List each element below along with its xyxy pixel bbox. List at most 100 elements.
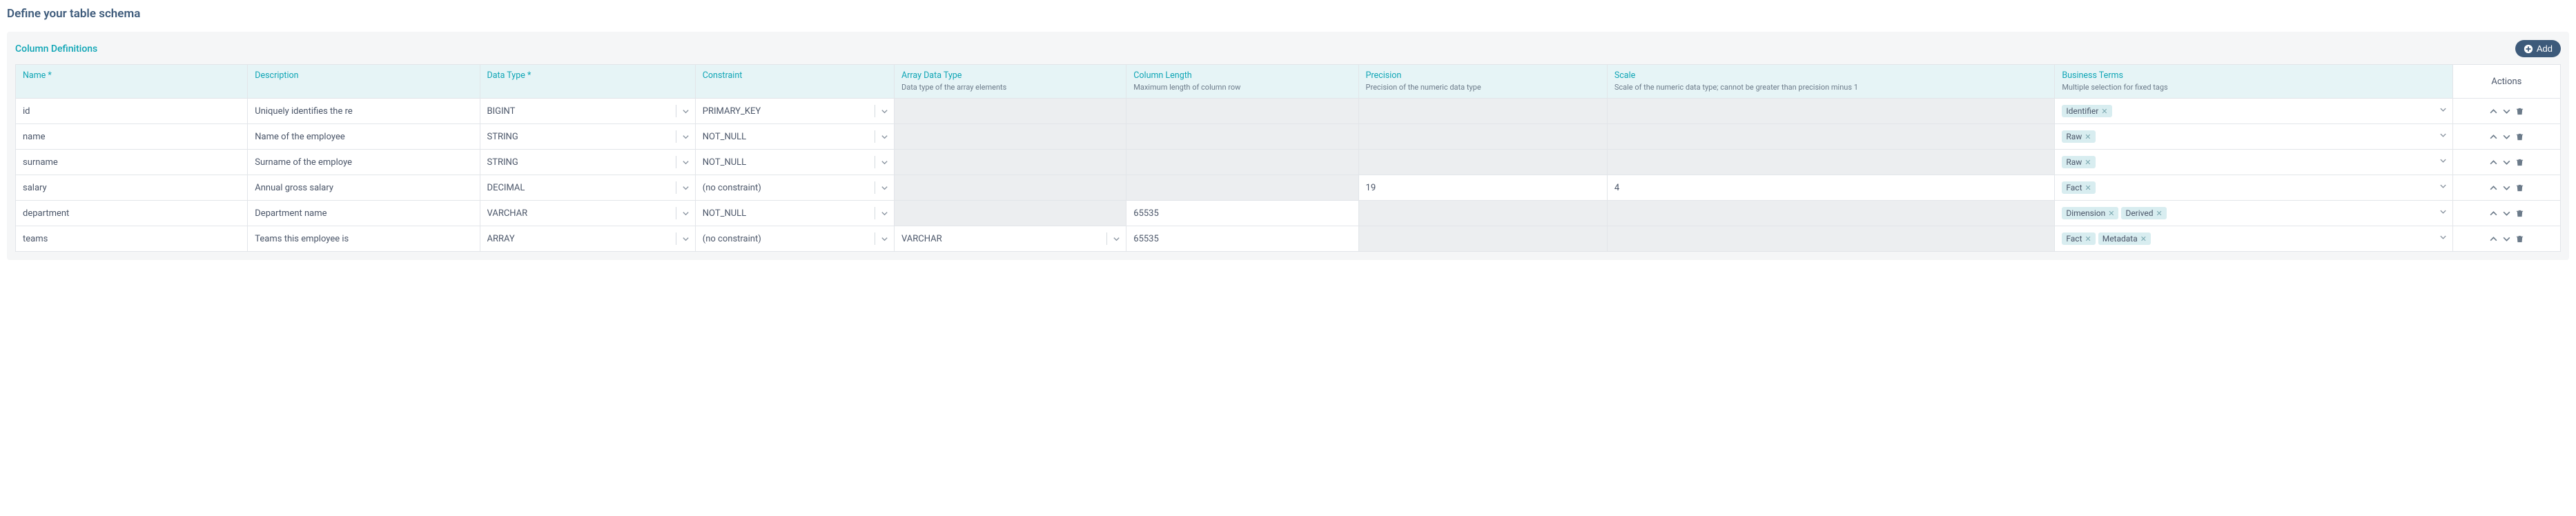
constraint-select[interactable]: [696, 175, 894, 200]
data-type-select[interactable]: [480, 150, 695, 175]
data-type-select[interactable]: [480, 99, 695, 123]
delete-button[interactable]: [2514, 157, 2526, 168]
move-down-button[interactable]: [2501, 131, 2512, 143]
description-input[interactable]: [255, 208, 472, 219]
scale-input[interactable]: [1614, 183, 2048, 193]
add-button[interactable]: Add: [2515, 40, 2561, 57]
description-input[interactable]: [255, 157, 472, 168]
column-length-input[interactable]: [1133, 208, 1351, 219]
move-down-button[interactable]: [2501, 106, 2512, 117]
data-type-select[interactable]: [480, 124, 695, 149]
page-title: Define your table schema: [7, 7, 2569, 21]
business-terms-select[interactable]: Identifier✕: [2055, 99, 2452, 123]
header-name: Name *: [23, 70, 240, 81]
move-up-button[interactable]: [2488, 233, 2499, 245]
name-input[interactable]: [23, 106, 240, 117]
move-up-button[interactable]: [2488, 182, 2499, 194]
array-type-cell-disabled: [895, 150, 1126, 175]
move-up-button[interactable]: [2488, 208, 2499, 219]
header-precision: Precision: [1366, 70, 1600, 81]
constraint-select[interactable]: [696, 99, 894, 123]
business-terms-select[interactable]: Raw✕: [2055, 124, 2452, 149]
business-term-tag[interactable]: Raw✕: [2062, 156, 2095, 168]
business-terms-select[interactable]: Fact✕: [2055, 175, 2452, 200]
move-up-button[interactable]: [2488, 131, 2499, 143]
data-type-select[interactable]: [480, 201, 695, 226]
description-input[interactable]: [255, 106, 472, 117]
table-row: Identifier✕: [16, 99, 2561, 124]
chevron-down-icon: [2439, 132, 2447, 142]
description-input[interactable]: [255, 183, 472, 193]
name-input[interactable]: [23, 234, 240, 244]
remove-tag-icon[interactable]: ✕: [2085, 235, 2091, 244]
table-row: Raw✕: [16, 124, 2561, 150]
business-terms-select[interactable]: Raw✕: [2055, 150, 2452, 175]
scale-cell-disabled: [1607, 99, 2055, 124]
header-col-length: Column Length: [1133, 70, 1351, 81]
column-length-cell-disabled: [1126, 99, 1358, 124]
move-down-button[interactable]: [2501, 208, 2512, 219]
header-array-type: Array Data Type: [901, 70, 1119, 81]
constraint-select[interactable]: [696, 201, 894, 226]
header-description: Description: [255, 70, 472, 81]
constraint-select[interactable]: [696, 226, 894, 251]
remove-tag-icon[interactable]: ✕: [2140, 235, 2147, 244]
name-input[interactable]: [23, 132, 240, 142]
precision-cell-disabled: [1358, 124, 1607, 150]
delete-button[interactable]: [2514, 233, 2526, 245]
remove-tag-icon[interactable]: ✕: [2085, 158, 2091, 167]
remove-tag-icon[interactable]: ✕: [2108, 209, 2114, 218]
move-down-button[interactable]: [2501, 157, 2512, 168]
delete-button[interactable]: [2514, 208, 2526, 219]
move-down-button[interactable]: [2501, 233, 2512, 245]
header-constraint: Constraint: [703, 70, 887, 81]
business-term-tag[interactable]: Fact✕: [2062, 181, 2095, 194]
delete-button[interactable]: [2514, 131, 2526, 143]
header-actions: Actions: [2491, 77, 2521, 87]
precision-cell-disabled: [1358, 226, 1607, 252]
table-row: Fact✕Metadata✕: [16, 226, 2561, 252]
constraint-select[interactable]: [696, 124, 894, 149]
array-type-cell-disabled: [895, 201, 1126, 226]
delete-button[interactable]: [2514, 106, 2526, 117]
business-term-tag[interactable]: Derived✕: [2121, 207, 2166, 219]
business-term-tag[interactable]: Dimension✕: [2062, 207, 2118, 219]
move-up-button[interactable]: [2488, 106, 2499, 117]
scale-cell-disabled: [1607, 150, 2055, 175]
business-term-tag[interactable]: Metadata✕: [2098, 232, 2151, 245]
business-term-tag[interactable]: Identifier✕: [2062, 105, 2111, 117]
data-type-select[interactable]: [480, 175, 695, 200]
header-data-type: Data Type *: [487, 70, 688, 81]
remove-tag-icon[interactable]: ✕: [2156, 209, 2163, 218]
column-length-cell-disabled: [1126, 175, 1358, 201]
remove-tag-icon[interactable]: ✕: [2101, 107, 2107, 116]
array-type-cell-disabled: [895, 124, 1126, 150]
column-definitions-panel: Column Definitions Add Name * Descriptio…: [7, 32, 2569, 260]
schema-table: Name * Description Data Type * Constrain…: [15, 64, 2561, 252]
remove-tag-icon[interactable]: ✕: [2085, 132, 2091, 141]
header-array-type-desc: Data type of the array elements: [901, 83, 1006, 92]
move-up-button[interactable]: [2488, 157, 2499, 168]
description-input[interactable]: [255, 132, 472, 142]
delete-button[interactable]: [2514, 182, 2526, 194]
name-input[interactable]: [23, 183, 240, 193]
name-input[interactable]: [23, 157, 240, 168]
business-terms-select[interactable]: Fact✕Metadata✕: [2055, 226, 2452, 251]
business-term-tag[interactable]: Fact✕: [2062, 232, 2095, 245]
description-input[interactable]: [255, 234, 472, 244]
constraint-select[interactable]: [696, 150, 894, 175]
column-length-input[interactable]: [1133, 234, 1351, 244]
move-down-button[interactable]: [2501, 182, 2512, 194]
column-length-cell-disabled: [1126, 150, 1358, 175]
array-type-cell-disabled: [895, 99, 1126, 124]
business-terms-select[interactable]: Dimension✕Derived✕: [2055, 201, 2452, 226]
business-term-tag[interactable]: Raw✕: [2062, 130, 2095, 143]
scale-cell-disabled: [1607, 226, 2055, 252]
name-input[interactable]: [23, 208, 240, 219]
table-row: Fact✕: [16, 175, 2561, 201]
remove-tag-icon[interactable]: ✕: [2085, 183, 2091, 192]
precision-input[interactable]: [1366, 183, 1600, 193]
array-type-select[interactable]: [895, 226, 1126, 251]
plus-circle-icon: [2524, 44, 2533, 54]
data-type-select[interactable]: [480, 226, 695, 251]
